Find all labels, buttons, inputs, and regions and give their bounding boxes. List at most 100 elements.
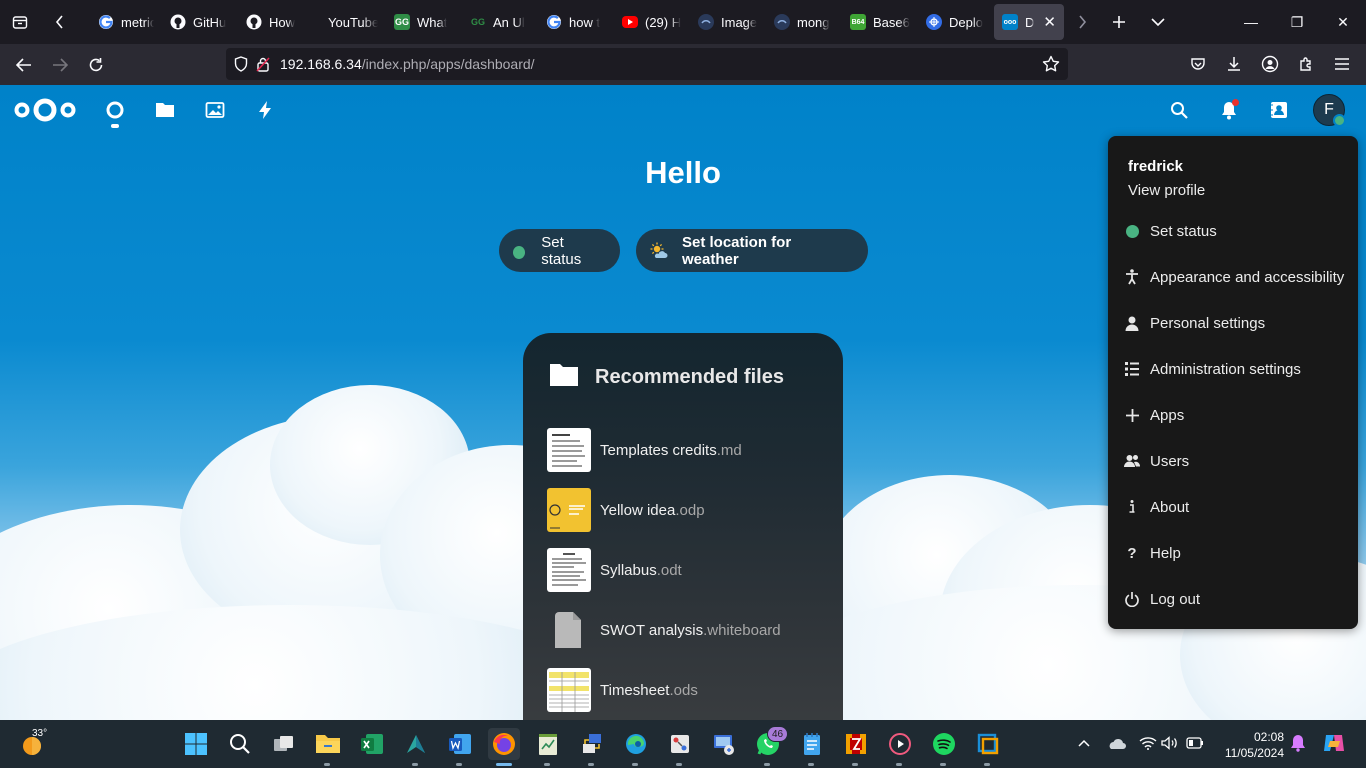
menu-item-appearance[interactable]: Appearance and accessibility bbox=[1108, 259, 1358, 295]
file-thumbnail bbox=[547, 428, 591, 472]
word-icon[interactable] bbox=[444, 728, 476, 766]
browser-tab[interactable]: metric bbox=[90, 4, 162, 40]
volume-icon[interactable] bbox=[1159, 732, 1181, 754]
notepad-icon[interactable] bbox=[796, 728, 828, 766]
close-window-icon[interactable]: ✕ bbox=[1320, 0, 1366, 44]
browser-tab[interactable]: GG What bbox=[386, 4, 462, 40]
browser-tab[interactable]: Deplo bbox=[918, 4, 994, 40]
extensions-icon[interactable] bbox=[1288, 48, 1324, 80]
file-explorer-icon[interactable] bbox=[312, 728, 344, 766]
notification-center-bell-icon[interactable] bbox=[1287, 732, 1309, 754]
browser-tab[interactable]: GG An Ul bbox=[462, 4, 538, 40]
excel-icon[interactable] bbox=[356, 728, 388, 760]
set-status-button[interactable]: Set status bbox=[499, 229, 620, 272]
menu-icon[interactable] bbox=[1324, 48, 1360, 80]
downloads-icon[interactable] bbox=[1216, 48, 1252, 80]
close-tab-icon[interactable]: ✕ bbox=[1043, 13, 1056, 31]
set-weather-location-button[interactable]: Set location for weather bbox=[636, 229, 868, 272]
browser-tab[interactable]: GitHu bbox=[162, 4, 238, 40]
insecure-lock-icon[interactable] bbox=[256, 56, 280, 72]
firefox-view-icon[interactable] bbox=[0, 0, 40, 44]
menu-item-log-out[interactable]: Log out bbox=[1108, 581, 1358, 617]
remote-desktop-icon[interactable] bbox=[708, 728, 740, 760]
menu-item-label: Set status bbox=[1150, 222, 1217, 240]
browser-tab[interactable]: how t bbox=[538, 4, 614, 40]
file-name: Syllabus bbox=[600, 561, 657, 579]
bookmark-star-icon[interactable] bbox=[1042, 55, 1060, 76]
account-icon[interactable] bbox=[1252, 48, 1288, 80]
network-app-icon[interactable] bbox=[576, 728, 608, 766]
tab-list: metric GitHu How YouTube GG What GG An U… bbox=[80, 0, 1178, 44]
menu-item-set-status[interactable]: Set status bbox=[1108, 213, 1358, 249]
notification-dot bbox=[1232, 99, 1239, 106]
menu-item-users[interactable]: Users bbox=[1108, 443, 1358, 479]
battery-icon[interactable] bbox=[1184, 732, 1206, 754]
forward-icon[interactable] bbox=[42, 49, 78, 81]
dashboard-app-icon[interactable] bbox=[103, 98, 127, 122]
running-indicator bbox=[456, 763, 462, 766]
search-taskbar-icon[interactable] bbox=[224, 728, 256, 760]
nextcloud-logo-icon[interactable] bbox=[14, 96, 76, 129]
reload-icon[interactable] bbox=[78, 49, 114, 81]
file-item[interactable]: Syllabus.odt bbox=[547, 548, 682, 592]
menu-item-apps[interactable]: Apps bbox=[1108, 397, 1358, 433]
file-item[interactable]: Yellow idea.odp bbox=[547, 488, 705, 532]
filezilla-icon[interactable] bbox=[840, 728, 872, 766]
pocket-icon[interactable] bbox=[1180, 48, 1216, 80]
menu-item-about[interactable]: About bbox=[1108, 489, 1358, 525]
user-display-name: fredrick bbox=[1128, 158, 1184, 175]
browser-tab[interactable]: Image bbox=[690, 4, 766, 40]
tab-scroll-right-icon[interactable] bbox=[1064, 0, 1100, 44]
firefox-taskbar-icon[interactable] bbox=[488, 728, 520, 766]
browser-tab[interactable]: mong bbox=[766, 4, 842, 40]
contacts-icon[interactable] bbox=[1267, 98, 1291, 122]
person-icon bbox=[1108, 305, 1150, 341]
menu-item-help[interactable]: ? Help bbox=[1108, 535, 1358, 571]
browser-tab[interactable]: YouTube bbox=[310, 4, 386, 40]
media-player-icon[interactable] bbox=[884, 728, 916, 766]
browser-tab[interactable]: B64 Base6 bbox=[842, 4, 918, 40]
view-profile-link[interactable]: View profile bbox=[1128, 182, 1205, 199]
notifications-bell-icon[interactable] bbox=[1217, 98, 1241, 122]
activity-app-icon[interactable] bbox=[253, 98, 277, 122]
shield-icon[interactable] bbox=[234, 56, 256, 72]
menu-item-personal-settings[interactable]: Personal settings bbox=[1108, 305, 1358, 341]
file-item[interactable]: Templates credits.md bbox=[547, 428, 742, 472]
running-indicator bbox=[896, 763, 902, 766]
copilot-icon[interactable] bbox=[1320, 732, 1348, 754]
show-hidden-icons-chevron-icon[interactable] bbox=[1073, 732, 1095, 754]
tab-title: metric bbox=[121, 14, 154, 30]
menu-item-label: Apps bbox=[1150, 406, 1185, 424]
minimize-icon[interactable]: — bbox=[1228, 0, 1274, 44]
system-clock[interactable]: 02:08 11/05/2024 bbox=[1214, 729, 1284, 761]
wifi-icon[interactable] bbox=[1137, 732, 1159, 754]
photos-app-icon[interactable] bbox=[203, 98, 227, 122]
file-item[interactable]: SWOT analysis.whiteboard bbox=[547, 608, 781, 652]
task-view-icon[interactable] bbox=[268, 728, 300, 760]
tab-scroll-left-icon[interactable] bbox=[40, 0, 80, 44]
youtube-icon bbox=[622, 16, 638, 28]
tab-title: Das bbox=[1025, 14, 1035, 30]
running-indicator bbox=[412, 763, 418, 766]
notes-app-icon[interactable] bbox=[532, 728, 564, 766]
browser-tab[interactable]: (29) H bbox=[614, 4, 690, 40]
back-icon[interactable] bbox=[6, 49, 42, 81]
address-bar[interactable]: 192.168.6.34/index.php/apps/dashboard/ bbox=[226, 48, 1068, 80]
start-menu-icon[interactable] bbox=[180, 728, 212, 760]
restore-icon[interactable]: ❐ bbox=[1274, 0, 1320, 44]
app-arrow-icon[interactable] bbox=[400, 728, 432, 766]
edge-icon[interactable] bbox=[620, 728, 652, 766]
spotify-icon[interactable] bbox=[928, 728, 960, 766]
list-all-tabs-icon[interactable] bbox=[1138, 0, 1178, 44]
files-app-icon[interactable] bbox=[153, 98, 177, 122]
virtualbox-icon[interactable] bbox=[972, 728, 1004, 766]
menu-item-administration-settings[interactable]: Administration settings bbox=[1108, 351, 1358, 387]
browser-tab[interactable]: How bbox=[238, 4, 310, 40]
tab-title: YouTube bbox=[328, 14, 378, 30]
onedrive-icon[interactable] bbox=[1105, 732, 1127, 754]
browser-tab-active[interactable]: ooo Das ✕ bbox=[994, 4, 1064, 40]
search-icon[interactable] bbox=[1167, 98, 1191, 122]
file-item[interactable]: Timesheet.ods bbox=[547, 668, 698, 712]
new-tab-icon[interactable] bbox=[1100, 0, 1138, 44]
snipping-tool-icon[interactable] bbox=[664, 728, 696, 766]
